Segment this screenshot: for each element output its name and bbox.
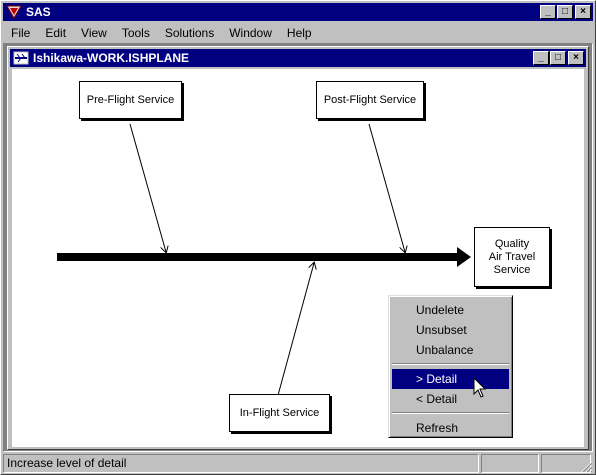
menu-window[interactable]: Window [220,26,278,40]
maximize-icon: □ [561,6,569,17]
menu-separator [392,412,509,414]
menu-separator [392,363,509,365]
child-titlebar[interactable]: Ishikawa-WORK.ISHPLANE _ □ × [10,49,586,67]
minimize-icon: _ [545,6,551,17]
menu-view[interactable]: View [72,26,113,40]
child-minimize-button[interactable]: _ [533,51,549,65]
arrow-cursor-icon [473,377,487,398]
effect-line-1: Quality [494,237,530,250]
maximize-button[interactable]: □ [557,5,573,19]
context-menu: Undelete Unsubset Unbalance > Detail < D… [388,295,513,438]
app-titlebar[interactable]: SAS _ □ × [3,3,593,21]
cause-label: Pre-Flight Service [86,93,175,106]
status-message: Increase level of detail [3,454,479,473]
spine-arrowhead [457,247,471,267]
menu-item-undelete[interactable]: Undelete [392,300,509,320]
close-icon: × [573,52,579,63]
cause-box-post-flight[interactable]: Post-Flight Service [316,81,424,119]
effect-line-2: Air Travel [488,250,536,263]
effect-box[interactable]: Quality Air Travel Service [474,227,550,287]
status-pane-2 [481,454,539,473]
minimize-icon: _ [538,52,544,63]
sas-logo-icon [6,5,22,19]
cause-box-in-flight[interactable]: In-Flight Service [229,394,330,432]
child-close-button[interactable]: × [568,51,584,65]
app-title: SAS [26,5,51,19]
child-maximize-button[interactable]: □ [550,51,566,65]
child-title: Ishikawa-WORK.ISHPLANE [33,51,190,65]
close-icon: × [580,6,586,17]
menu-item-unsubset[interactable]: Unsubset [392,320,509,340]
minimize-button[interactable]: _ [540,5,556,19]
menu-edit[interactable]: Edit [36,26,72,40]
branch-pre-flight [129,123,166,252]
menu-solutions[interactable]: Solutions [156,26,220,40]
menu-item-unbalance[interactable]: Unbalance [392,340,509,360]
branch-in-flight [276,263,314,400]
menu-item-increase-detail[interactable]: > Detail [392,369,509,389]
menu-tools[interactable]: Tools [113,26,156,40]
cause-label: Post-Flight Service [323,93,417,106]
cause-box-pre-flight[interactable]: Pre-Flight Service [79,81,182,119]
menu-item-decrease-detail[interactable]: < Detail [392,389,509,409]
menu-bar: File Edit View Tools Solutions Window He… [3,23,593,42]
branch-post-flight [368,123,405,252]
maximize-icon: □ [554,52,562,63]
ishikawa-doc-icon [13,51,29,65]
close-button[interactable]: × [575,5,591,19]
status-bar: Increase level of detail [3,454,593,473]
resize-grip-icon[interactable] [579,459,593,473]
cause-label: In-Flight Service [239,406,320,419]
menu-file[interactable]: File [3,26,36,40]
menu-help[interactable]: Help [278,26,318,40]
menu-item-refresh[interactable]: Refresh [392,418,509,438]
effect-line-3: Service [493,263,531,276]
sas-app-window: SAS _ □ × File Edit View Tools Solutions… [0,0,596,475]
